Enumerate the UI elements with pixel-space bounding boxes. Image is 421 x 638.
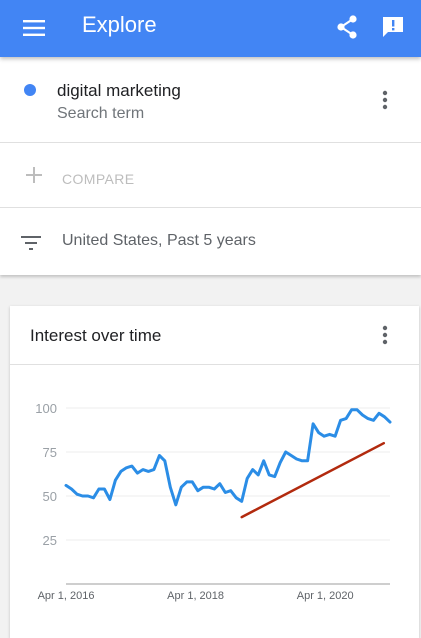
interest-chart: 25 50 75 100 Apr 1, 2016 Apr 1, 2018 Apr 1, 20… <box>35 401 392 602</box>
search-term-row[interactable]: digital marketing Search term <box>0 57 421 143</box>
filter-row[interactable]: United States, Past 5 years <box>0 208 421 275</box>
menu-button[interactable] <box>14 12 54 44</box>
series-color-dot <box>24 84 36 96</box>
compare-label: COMPARE <box>62 171 135 187</box>
y-tick-label: 100 <box>35 401 57 416</box>
feedback-button[interactable] <box>376 10 410 44</box>
app-bar: Explore <box>0 0 421 57</box>
filter-icon <box>21 236 41 250</box>
share-icon <box>337 15 357 39</box>
search-term-name: digital marketing <box>57 81 181 100</box>
search-term-type: Search term <box>57 105 145 122</box>
interest-over-time-card: Interest over time 25 50 75 100 Apr 1, 2016 A… <box>10 306 419 638</box>
page-title: Explore <box>82 12 157 37</box>
filter-label: United States, Past 5 years <box>62 232 256 249</box>
x-tick-label: Apr 1, 2020 <box>297 590 354 602</box>
x-tick-label: Apr 1, 2018 <box>167 590 224 602</box>
add-icon <box>26 167 42 183</box>
compare-row[interactable]: COMPARE <box>0 143 421 208</box>
search-panel: digital marketing Search term COMPARE Un… <box>0 57 421 275</box>
y-tick-label: 50 <box>43 489 57 504</box>
term-more-button[interactable] <box>372 85 398 115</box>
menu-icon <box>23 20 45 36</box>
share-button[interactable] <box>330 10 364 44</box>
trend-line <box>240 441 386 519</box>
y-tick-label: 75 <box>43 445 57 460</box>
more-vert-icon <box>382 90 388 110</box>
y-tick-label: 25 <box>43 533 57 548</box>
x-tick-label: Apr 1, 2016 <box>38 590 95 602</box>
feedback-icon <box>383 17 403 37</box>
series-line-digital-marketing <box>64 408 392 507</box>
